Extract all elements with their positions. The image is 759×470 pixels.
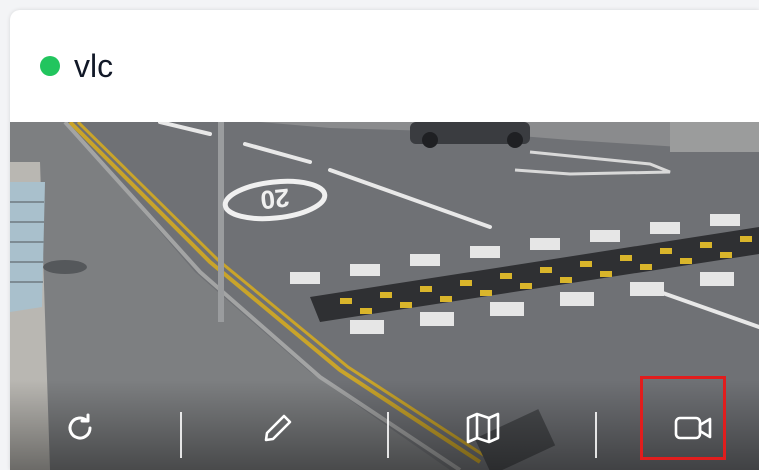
map-icon (466, 412, 500, 444)
map-button[interactable] (455, 400, 511, 456)
edit-pencil-icon (264, 414, 292, 442)
refresh-icon (68, 413, 92, 440)
status-indicator (40, 56, 60, 76)
camera-name: vlc (74, 47, 114, 84)
speed-marking: 20 (259, 183, 291, 216)
refresh-button[interactable] (52, 400, 108, 456)
edit-button[interactable] (250, 400, 306, 456)
card-header: vlc (10, 10, 759, 123)
toolbar-divider (595, 412, 597, 458)
video-button-highlight (640, 376, 726, 460)
toolbar-divider (387, 412, 389, 458)
toolbar-divider (180, 412, 182, 458)
